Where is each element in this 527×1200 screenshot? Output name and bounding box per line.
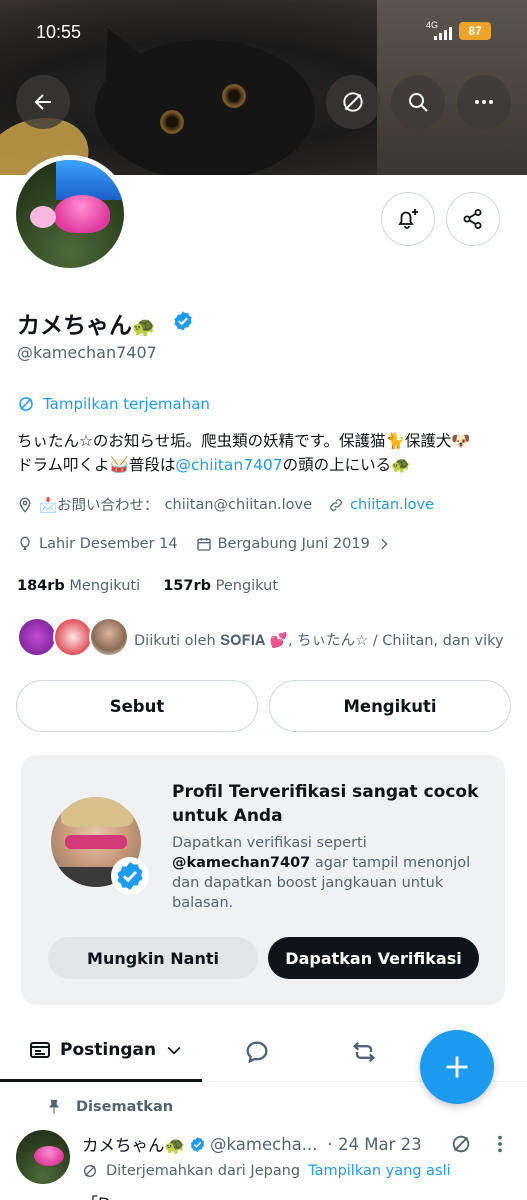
joined-text: Bergabung Juni 2019 bbox=[217, 536, 370, 552]
verification-promo-card: Profil Terverifikasi sangat cocok untuk … bbox=[21, 755, 505, 1005]
chevron-down-icon bbox=[167, 1046, 181, 1055]
translate-icon bbox=[343, 92, 363, 112]
followers-count-link[interactable]: 157rb Pengikut bbox=[163, 578, 278, 594]
more-button[interactable] bbox=[457, 75, 511, 129]
promo-description: Dapatkan verifikasi seperti @kamechan740… bbox=[172, 833, 482, 913]
post-author-name[interactable]: カメちゃん🐢 bbox=[82, 1132, 185, 1156]
bio-line: ちぃたん☆のお知らせ垢。爬虫類の妖精です。保護猫🐈保護犬🐶 bbox=[17, 432, 471, 450]
verified-badge-icon[interactable] bbox=[172, 310, 194, 332]
show-original-link[interactable]: Tampilkan yang asli bbox=[308, 1163, 451, 1179]
following-button[interactable]: Mengikuti bbox=[269, 680, 511, 732]
pin-icon bbox=[49, 1099, 59, 1114]
reposts-tab-icon[interactable] bbox=[350, 1038, 378, 1066]
arrow-left-icon bbox=[34, 94, 51, 110]
verified-badge-icon bbox=[190, 1136, 205, 1152]
followed-by-row[interactable]: Diikuti oleh 𝐒𝐎𝐅𝐈𝐀 💕, ちぃたん☆ / Chiitan, d… bbox=[17, 617, 517, 661]
translate-icon bbox=[84, 1165, 96, 1177]
website-link[interactable]: chiitan.love bbox=[350, 497, 434, 513]
pinned-indicator: Disematkan bbox=[46, 1099, 173, 1115]
translate-icon[interactable] bbox=[450, 1133, 472, 1155]
banner-cat bbox=[95, 40, 315, 175]
display-name-text: カメちゃん bbox=[17, 313, 132, 339]
link-icon bbox=[330, 498, 342, 511]
banner-cat-eye bbox=[160, 110, 184, 134]
following-label: Mengikuti bbox=[69, 578, 141, 594]
status-time: 10:55 bbox=[36, 22, 82, 42]
show-translation-link[interactable]: Tampilkan terjemahan bbox=[17, 395, 210, 413]
tab-posts[interactable]: Postingan bbox=[28, 1038, 184, 1062]
tab-active-indicator bbox=[0, 1079, 202, 1082]
followed-by-text: Diikuti oleh 𝐒𝐎𝐅𝐈𝐀 💕, ちぃたん☆ / Chiitan, d… bbox=[134, 633, 504, 649]
avatar bbox=[17, 617, 57, 657]
status-bar: 10:55 4G 87 bbox=[0, 0, 527, 60]
profile-avatar[interactable] bbox=[11, 155, 129, 273]
pinned-label: Disematkan bbox=[76, 1099, 174, 1115]
calendar-icon bbox=[196, 538, 211, 551]
translate-button[interactable] bbox=[326, 75, 380, 129]
battery-icon: 87 bbox=[459, 22, 491, 40]
translated-notice: Diterjemahkan dari Jepang Tampilkan yang… bbox=[82, 1163, 451, 1179]
avatar bbox=[89, 617, 129, 657]
following-count-link[interactable]: 184rb Mengikuti bbox=[17, 578, 140, 594]
profile-handle: @kamechan7407 bbox=[17, 343, 157, 362]
followers-label: Pengikut bbox=[215, 578, 279, 594]
notifications-button[interactable] bbox=[381, 192, 435, 246]
bio-text: の頭の上にいる🐢 bbox=[282, 456, 411, 474]
balloon-icon bbox=[20, 536, 30, 550]
replies-tab-icon[interactable] bbox=[243, 1038, 271, 1066]
maybe-later-button[interactable]: Mungkin Nanti bbox=[48, 937, 258, 979]
post-header: カメちゃん🐢 @kamecha... · 24 Mar 23 bbox=[82, 1132, 422, 1156]
bell-plus-icon bbox=[398, 209, 418, 229]
mention-button[interactable]: Sebut bbox=[16, 680, 258, 732]
promo-desc-text: Dapatkan verifikasi seperti bbox=[172, 835, 367, 851]
post-avatar[interactable] bbox=[16, 1130, 70, 1184]
location-icon bbox=[19, 497, 31, 513]
more-horizontal-icon bbox=[475, 100, 493, 104]
contact-prefix: 📩お問い合わせ： bbox=[39, 498, 159, 514]
chevron-right-icon[interactable] bbox=[376, 536, 392, 552]
translate-label: Tampilkan terjemahan bbox=[43, 395, 210, 413]
birthday-text: Lahir Desember 14 bbox=[39, 536, 178, 552]
profile-meta-dates: Lahir Desember 14 Bergabung Juni 2019 bbox=[17, 536, 392, 552]
compose-button[interactable] bbox=[420, 1030, 494, 1104]
profile-meta-contact: 📩お問い合わせ： chiitan@chiitan.love chiitan.lo… bbox=[17, 494, 434, 515]
plus-icon bbox=[446, 1056, 468, 1078]
display-name: カメちゃん🐢 bbox=[17, 306, 156, 340]
profile-bio: ちぃたん☆のお知らせ垢。爬虫類の妖精です。保護猫🐈保護犬🐶 ドラム叩くよ🥁普段は… bbox=[17, 429, 517, 477]
bio-text: ドラム叩くよ🥁普段は bbox=[17, 456, 176, 474]
banner-cat-eye bbox=[222, 84, 246, 108]
contact-email: chiitan@chiitan.love bbox=[164, 496, 313, 513]
bio-mention-link[interactable]: @chiitan7407 bbox=[175, 456, 282, 474]
post-author-handle: @kamecha... bbox=[210, 1134, 318, 1154]
following-count: 184rb bbox=[17, 578, 65, 594]
turtle-emoji: 🐢 bbox=[132, 316, 156, 338]
post-date: · 24 Mar 23 bbox=[327, 1134, 422, 1154]
translated-label: Diterjemahkan dari Jepang bbox=[106, 1163, 301, 1179]
post-text: 「D... bbox=[82, 1190, 126, 1200]
get-verified-button[interactable]: Dapatkan Verifikasi bbox=[268, 937, 479, 979]
avatar bbox=[53, 617, 93, 657]
translate-icon bbox=[19, 397, 33, 411]
follow-counts: 184rb Mengikuti 157rb Pengikut bbox=[17, 578, 278, 594]
posts-icon bbox=[30, 1042, 50, 1058]
share-icon bbox=[463, 209, 482, 229]
back-button[interactable] bbox=[16, 75, 70, 129]
signal-icon bbox=[430, 26, 452, 40]
avatar-image bbox=[16, 160, 124, 268]
share-button[interactable] bbox=[446, 192, 500, 246]
verified-badge-icon bbox=[111, 857, 149, 895]
search-icon bbox=[409, 93, 428, 112]
more-vertical-icon[interactable] bbox=[494, 1133, 506, 1155]
search-button[interactable] bbox=[391, 75, 445, 129]
promo-desc-handle: @kamechan7407 bbox=[172, 855, 311, 871]
tab-posts-label: Postingan bbox=[60, 1040, 157, 1060]
followers-count: 157rb bbox=[163, 578, 211, 594]
promo-title: Profil Terverifikasi sangat cocok untuk … bbox=[172, 782, 479, 826]
